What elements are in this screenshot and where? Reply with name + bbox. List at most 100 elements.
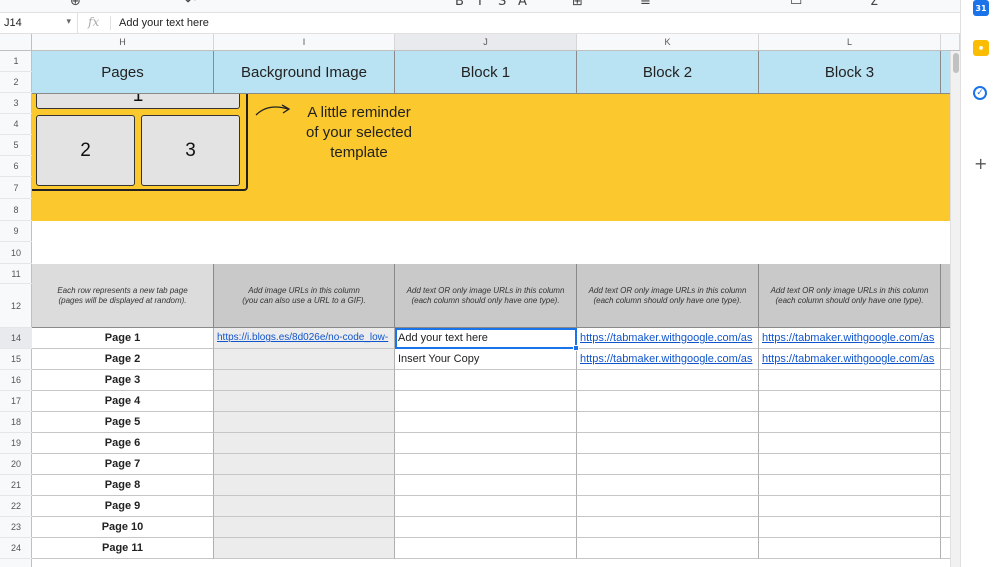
block-3-cell[interactable]	[759, 391, 941, 412]
strikethrough-icon[interactable]: S	[498, 0, 506, 9]
block-2-cell[interactable]	[577, 538, 759, 559]
row-header-8[interactable]: 8	[0, 199, 32, 221]
select-all-corner[interactable]	[0, 34, 32, 50]
block-1-cell[interactable]	[395, 433, 577, 454]
header-background-image[interactable]: Background Image	[214, 51, 395, 94]
page-cell[interactable]: Page 5	[32, 412, 214, 433]
block-1-cell[interactable]: Insert Your Copy	[395, 349, 577, 370]
block-1-cell[interactable]	[395, 412, 577, 433]
keep-icon[interactable]: •	[973, 40, 989, 56]
block-1-cell[interactable]	[395, 370, 577, 391]
page-cell[interactable]: Page 11	[32, 538, 214, 559]
background-image-cell[interactable]	[214, 370, 395, 391]
page-cell[interactable]: Page 3	[32, 370, 214, 391]
row-header-7[interactable]: 7	[0, 177, 32, 199]
row-header-12[interactable]: 12	[0, 284, 32, 328]
row-header-22[interactable]: 22	[0, 496, 32, 517]
page-cell[interactable]: Page 10	[32, 517, 214, 538]
block-3-cell[interactable]	[759, 538, 941, 559]
desc-pages[interactable]: Each row represents a new tab page (pages…	[32, 264, 214, 328]
header-block-3[interactable]: Block 3	[759, 51, 941, 94]
column-header-j[interactable]: J	[395, 34, 577, 50]
block-3-cell[interactable]	[759, 454, 941, 475]
borders-icon[interactable]: ⊞	[572, 0, 583, 9]
block-2-cell[interactable]	[577, 412, 759, 433]
header-pages[interactable]: Pages	[32, 51, 214, 94]
block-1-cell[interactable]	[395, 454, 577, 475]
row-header-2[interactable]: 2	[0, 72, 32, 93]
block-2-cell[interactable]: https://tabmaker.withgoogle.com/as	[577, 328, 759, 349]
row-header-10[interactable]: 10	[0, 242, 32, 264]
row-header-18[interactable]: 18	[0, 412, 32, 433]
formula-input[interactable]: Add your text here	[119, 17, 209, 29]
tasks-icon[interactable]: ✓	[973, 86, 987, 100]
functions-icon[interactable]: Σ	[870, 0, 878, 9]
italic-icon[interactable]: I	[478, 0, 482, 9]
vertical-scrollbar[interactable]	[950, 51, 960, 567]
block-1-cell[interactable]	[395, 391, 577, 412]
add-addon-icon[interactable]: +	[974, 154, 987, 173]
block-3-cell[interactable]	[759, 496, 941, 517]
bold-icon[interactable]: B	[455, 0, 464, 9]
block-3-cell[interactable]	[759, 370, 941, 391]
scrollbar-thumb[interactable]	[953, 53, 959, 73]
background-image-cell[interactable]	[214, 391, 395, 412]
format-paint-icon[interactable]: ⊕	[70, 0, 81, 9]
background-image-cell[interactable]	[214, 475, 395, 496]
row-header-17[interactable]: 17	[0, 391, 32, 412]
text-color-icon[interactable]: A	[518, 0, 527, 9]
page-cell[interactable]: Page 8	[32, 475, 214, 496]
row-header-9[interactable]: 9	[0, 221, 32, 242]
decimal-icon[interactable]: ↶	[185, 0, 196, 9]
row-header-24[interactable]: 24	[0, 538, 32, 559]
chevron-down-icon[interactable]: ▾	[66, 16, 71, 27]
sheet-grid[interactable]: 1 2 3 A little reminder of your selected…	[32, 51, 950, 567]
row-header-14[interactable]: 14	[0, 328, 32, 349]
column-header-l[interactable]: L	[759, 34, 941, 50]
block-3-cell[interactable]	[759, 475, 941, 496]
block-2-cell[interactable]: https://tabmaker.withgoogle.com/as	[577, 349, 759, 370]
page-cell[interactable]: Page 4	[32, 391, 214, 412]
background-image-cell[interactable]	[214, 517, 395, 538]
block-3-cell[interactable]	[759, 517, 941, 538]
background-image-cell[interactable]	[214, 433, 395, 454]
column-header-k[interactable]: K	[577, 34, 759, 50]
block-2-cell[interactable]	[577, 517, 759, 538]
block-1-cell[interactable]	[395, 517, 577, 538]
row-header-15[interactable]: 15	[0, 349, 32, 370]
desc-block-1[interactable]: Add text OR only image URLs in this colu…	[395, 264, 577, 328]
background-image-cell[interactable]	[214, 496, 395, 517]
row-header-4[interactable]: 4	[0, 114, 32, 135]
row-header-16[interactable]: 16	[0, 370, 32, 391]
column-header-h[interactable]: H	[32, 34, 214, 50]
block-3-cell[interactable]: https://tabmaker.withgoogle.com/as	[759, 328, 941, 349]
row-header-20[interactable]: 20	[0, 454, 32, 475]
page-cell[interactable]: Page 2	[32, 349, 214, 370]
block-2-cell[interactable]	[577, 370, 759, 391]
block-2-cell[interactable]	[577, 454, 759, 475]
background-image-cell[interactable]	[214, 538, 395, 559]
page-cell[interactable]: Page 9	[32, 496, 214, 517]
block-2-cell[interactable]	[577, 433, 759, 454]
block-2-cell[interactable]	[577, 391, 759, 412]
row-header-19[interactable]: 19	[0, 433, 32, 454]
header-block-1[interactable]: Block 1	[395, 51, 577, 94]
name-box[interactable]: J14 ▾	[0, 13, 78, 33]
desc-block-2[interactable]: Add text OR only image URLs in this colu…	[577, 264, 759, 328]
selection-fill-handle[interactable]	[573, 345, 579, 351]
block-1-cell[interactable]	[395, 496, 577, 517]
desc-background[interactable]: Add image URLs in this column (you can al…	[214, 264, 395, 328]
block-3-cell[interactable]	[759, 412, 941, 433]
column-header-m[interactable]	[941, 34, 960, 50]
background-image-cell[interactable]	[214, 454, 395, 475]
block-1-cell[interactable]: Add your text here	[395, 328, 577, 349]
page-cell[interactable]: Page 1	[32, 328, 214, 349]
row-header-1[interactable]: 1	[0, 51, 32, 72]
block-3-cell[interactable]: https://tabmaker.withgoogle.com/as	[759, 349, 941, 370]
block-3-cell[interactable]	[759, 433, 941, 454]
block-1-cell[interactable]	[395, 475, 577, 496]
row-header-11[interactable]: 11	[0, 264, 32, 284]
row-header-3[interactable]: 3	[0, 93, 32, 114]
desc-block-3[interactable]: Add text OR only image URLs in this colu…	[759, 264, 941, 328]
row-header-21[interactable]: 21	[0, 475, 32, 496]
